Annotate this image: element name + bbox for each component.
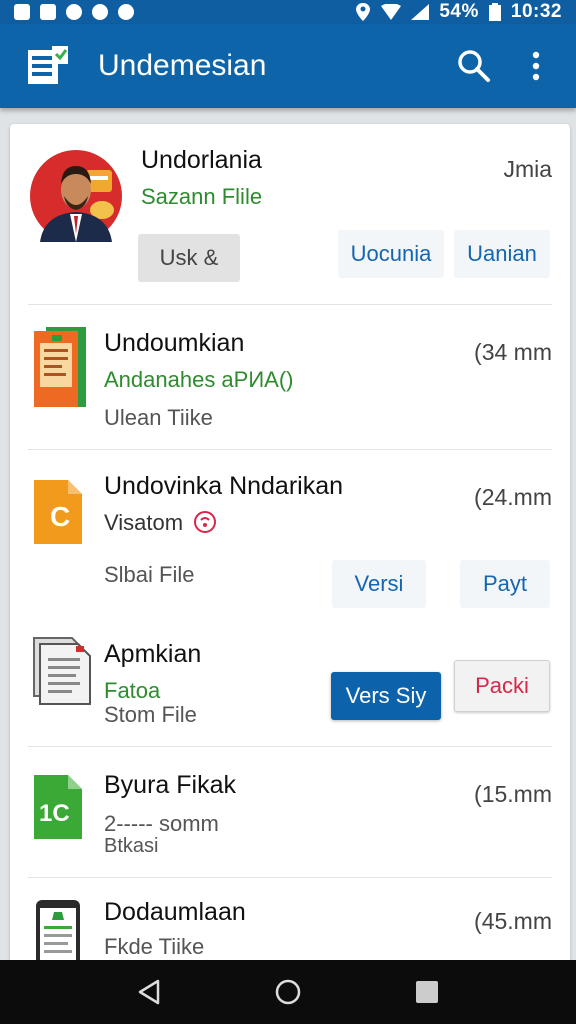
svg-text:1C: 1C bbox=[39, 800, 70, 827]
item-subtitle: Sazann Flile bbox=[141, 184, 263, 209]
home-icon[interactable] bbox=[268, 972, 308, 1012]
list-item[interactable]: Apmkian Fatoa Stom File Vers Siy Packi bbox=[10, 610, 570, 746]
uanian-button[interactable]: Uanian bbox=[454, 230, 550, 278]
list-item[interactable]: 1C Byura Fikak 2----- somm Btkasi (15.mm bbox=[10, 747, 570, 877]
usk-button[interactable]: Usk & bbox=[138, 234, 240, 282]
item-title: Apmkian bbox=[104, 640, 202, 668]
file-c-icon: C bbox=[34, 480, 82, 544]
item-meta: (45.mm bbox=[474, 908, 552, 934]
item-subtitle: Andanahes aPИА() bbox=[104, 367, 294, 392]
phone-doc-icon bbox=[36, 900, 80, 964]
list-item[interactable]: Dodaumlaan Fkde Tiike (45.mm bbox=[10, 878, 570, 964]
notification-b-icon bbox=[40, 4, 56, 20]
uocunia-button[interactable]: Uocunia bbox=[338, 230, 444, 278]
payt-button[interactable]: Payt bbox=[460, 560, 550, 608]
item-title: Dodaumlaan bbox=[104, 898, 246, 926]
app-title: Undemesian bbox=[98, 49, 267, 82]
item-meta: (24.mm bbox=[474, 484, 552, 510]
folder-icon bbox=[32, 634, 94, 708]
app-bar: Undemesian bbox=[0, 24, 576, 108]
item-meta: (34 mm bbox=[474, 339, 552, 365]
file-1c-icon: 1C bbox=[34, 775, 82, 839]
item-detail: Ulean Tiike bbox=[104, 405, 213, 430]
item-meta: (15.mm bbox=[474, 781, 552, 807]
item-subtitle: Visatom bbox=[104, 510, 184, 535]
avatar bbox=[30, 150, 122, 242]
notification-mail-icon bbox=[92, 4, 108, 20]
recents-icon[interactable] bbox=[407, 972, 447, 1012]
document-icon-orange bbox=[34, 325, 88, 409]
item-title: Undoumkian bbox=[104, 329, 245, 357]
list-item[interactable]: Undoumkian Andanahes aPИА() Ulean Tiike … bbox=[10, 305, 570, 449]
more-vert-icon[interactable] bbox=[516, 46, 556, 86]
versi-button[interactable]: Versi bbox=[332, 560, 426, 608]
app-logo-icon[interactable] bbox=[26, 46, 70, 86]
status-bar: 54% 10:32 bbox=[0, 0, 576, 24]
item-meta: Jmia bbox=[503, 156, 552, 182]
status-left-icons bbox=[14, 4, 134, 20]
search-icon[interactable] bbox=[454, 46, 494, 86]
item-subtitle: 2----- somm bbox=[104, 811, 219, 836]
list-item[interactable]: C Undovinka Nndarikan Visatom Slbai File… bbox=[10, 450, 570, 610]
battery-percent: 54% bbox=[439, 1, 479, 22]
item-detail: Stom File bbox=[104, 702, 197, 727]
item-title: Undorlania bbox=[141, 146, 262, 174]
notification-dot-icon bbox=[66, 4, 82, 20]
item-subtitle: Fatoa bbox=[104, 678, 161, 703]
item-title: Undovinka Nndarikan bbox=[104, 472, 344, 500]
svg-text:C: C bbox=[50, 501, 70, 532]
item-detail: Btkasi bbox=[104, 835, 159, 857]
item-title: Byura Fikak bbox=[104, 771, 236, 799]
clock: 10:32 bbox=[510, 1, 562, 22]
item-subtitle-row: Visatom bbox=[104, 510, 217, 536]
system-nav-bar bbox=[0, 960, 576, 1024]
status-right-icons: 54% 10:32 bbox=[355, 1, 562, 23]
notification-settings-icon bbox=[118, 4, 134, 20]
item-detail: Slbai File bbox=[104, 562, 195, 587]
wifi-icon bbox=[381, 4, 402, 20]
vers-siy-button[interactable]: Vers Siy bbox=[331, 672, 441, 720]
location-icon bbox=[356, 3, 371, 21]
packi-button[interactable]: Packi bbox=[454, 660, 550, 712]
back-icon[interactable] bbox=[129, 972, 169, 1012]
sync-icon bbox=[194, 511, 217, 533]
signal-icon bbox=[411, 4, 430, 20]
list-item[interactable]: Undorlania Sazann Flile Jmia Usk & Uocun… bbox=[10, 124, 570, 304]
file-list-card: Undorlania Sazann Flile Jmia Usk & Uocun… bbox=[10, 124, 570, 964]
item-detail: Fkde Tiike bbox=[104, 934, 205, 959]
battery-icon bbox=[488, 3, 501, 21]
notification-icon bbox=[14, 4, 30, 20]
